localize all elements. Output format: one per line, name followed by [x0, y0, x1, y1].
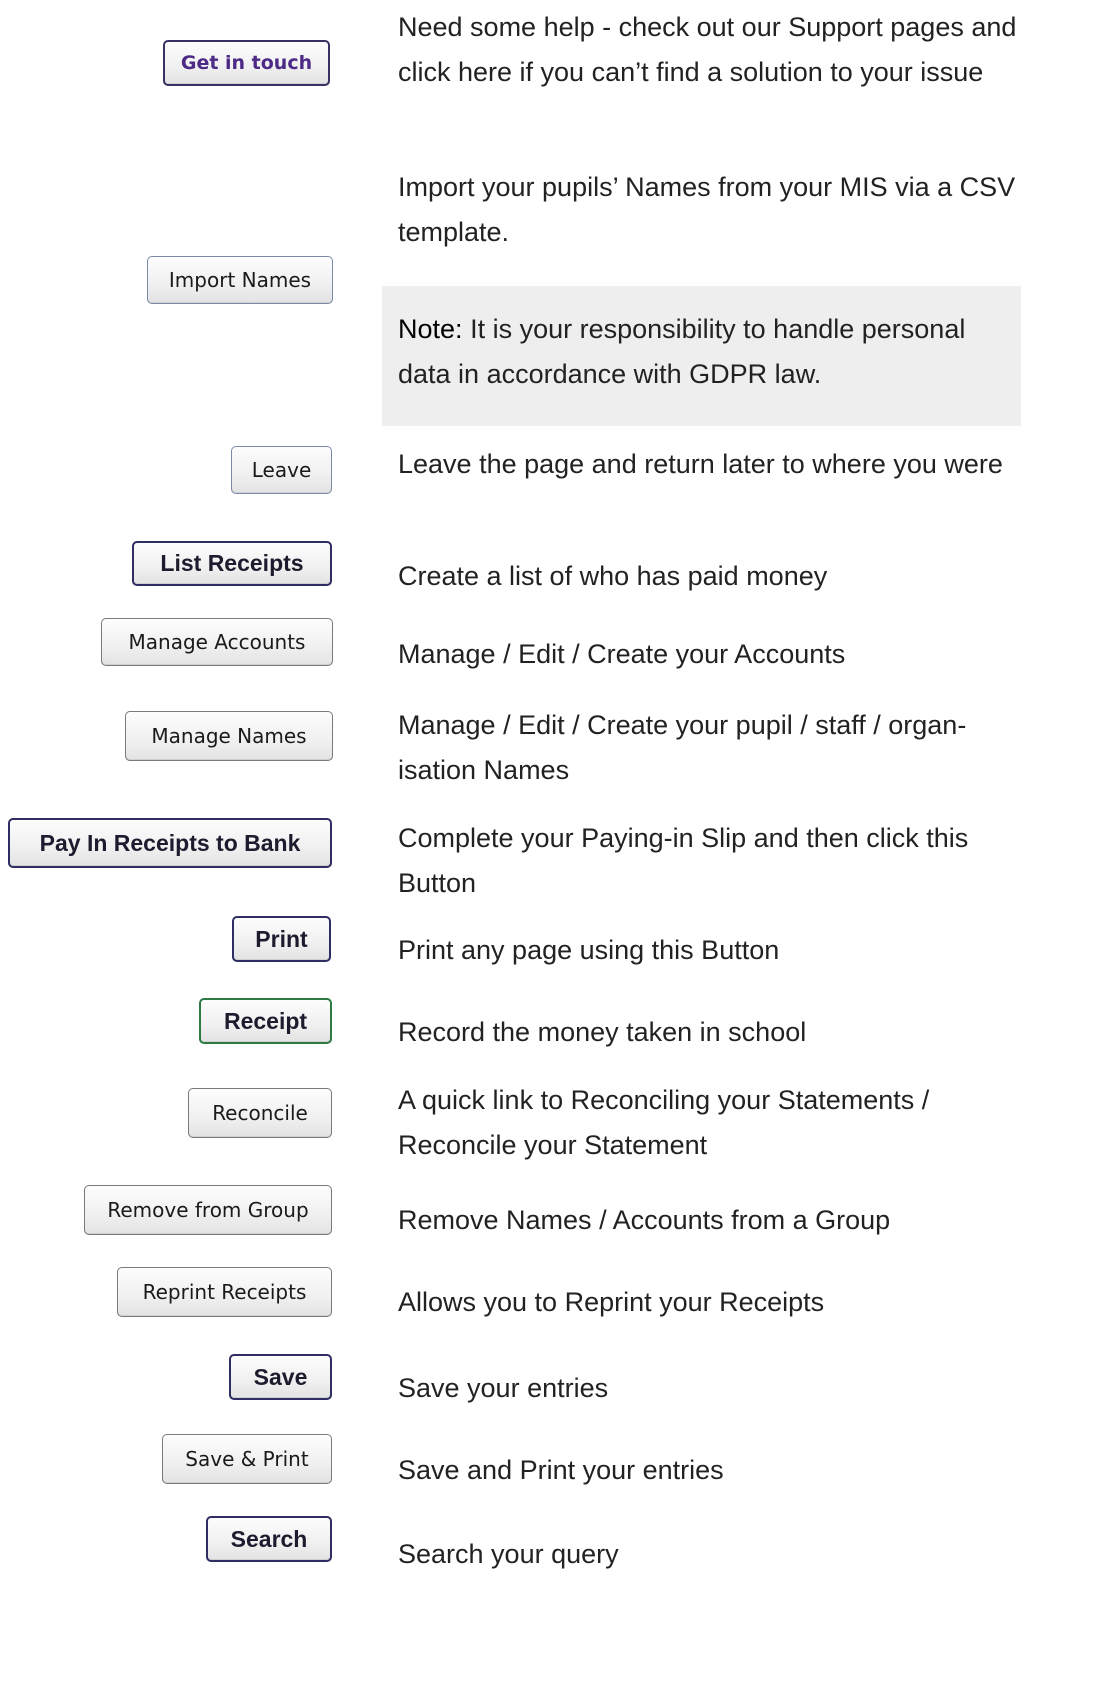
save-button[interactable]: Save — [229, 1354, 332, 1400]
save-description: Save your entries — [398, 1373, 609, 1403]
save-and-print-button[interactable]: Save & Print — [162, 1434, 332, 1484]
list-receipts-description: Create a list of who has paid money — [398, 561, 828, 591]
leave-description: Leave the page and return later to where… — [398, 449, 1003, 479]
search-description: Search your query — [398, 1539, 619, 1569]
pay-in-receipts-to-bank-button[interactable]: Pay In Receipts to Bank — [8, 818, 332, 868]
remove-from-group-description: Remove Names / Accounts from a Group — [398, 1205, 891, 1235]
reconcile-description: A quick link to Reconciling your Stateme… — [398, 1085, 930, 1160]
manage-accounts-button[interactable]: Manage Accounts — [101, 618, 333, 666]
manage-names-button[interactable]: Manage Names — [125, 711, 333, 761]
save-and-print-description: Save and Print your entries — [398, 1455, 724, 1485]
list-receipts-button[interactable]: List Receipts — [132, 541, 332, 586]
receipt-description: Record the money taken in school — [398, 1017, 807, 1047]
reconcile-button[interactable]: Reconcile — [188, 1088, 332, 1138]
print-button[interactable]: Print — [232, 916, 331, 962]
reprint-receipts-description: Allows you to Reprint your Receipts — [398, 1287, 825, 1317]
receipt-button[interactable]: Receipt — [199, 998, 332, 1044]
reprint-receipts-button[interactable]: Reprint Receipts — [117, 1267, 332, 1317]
manage-accounts-description: Manage / Edit / Create your Accounts — [398, 639, 846, 669]
note-text: It is your responsibility to handle pers… — [398, 314, 966, 389]
get-in-touch-description: Need some help - check out our Support p… — [398, 12, 1017, 87]
get-in-touch-button[interactable]: Get in touch — [163, 40, 330, 86]
import-names-button[interactable]: Import Names — [147, 256, 333, 304]
leave-button[interactable]: Leave — [231, 446, 332, 494]
remove-from-group-button[interactable]: Remove from Group — [84, 1185, 332, 1235]
import-names-description: Import your pupils’ Names from your MIS … — [398, 172, 1016, 247]
manage-names-description: Manage / Edit / Create your pupil / staf… — [398, 710, 967, 785]
print-description: Print any page using this Button — [398, 935, 780, 965]
pay-in-receipts-to-bank-description: Complete your Paying-in Slip and then cl… — [398, 823, 969, 898]
note-label: Note: — [398, 314, 463, 344]
gdpr-note: Note: It is your responsibility to handl… — [382, 286, 1021, 426]
search-button[interactable]: Search — [206, 1516, 332, 1562]
